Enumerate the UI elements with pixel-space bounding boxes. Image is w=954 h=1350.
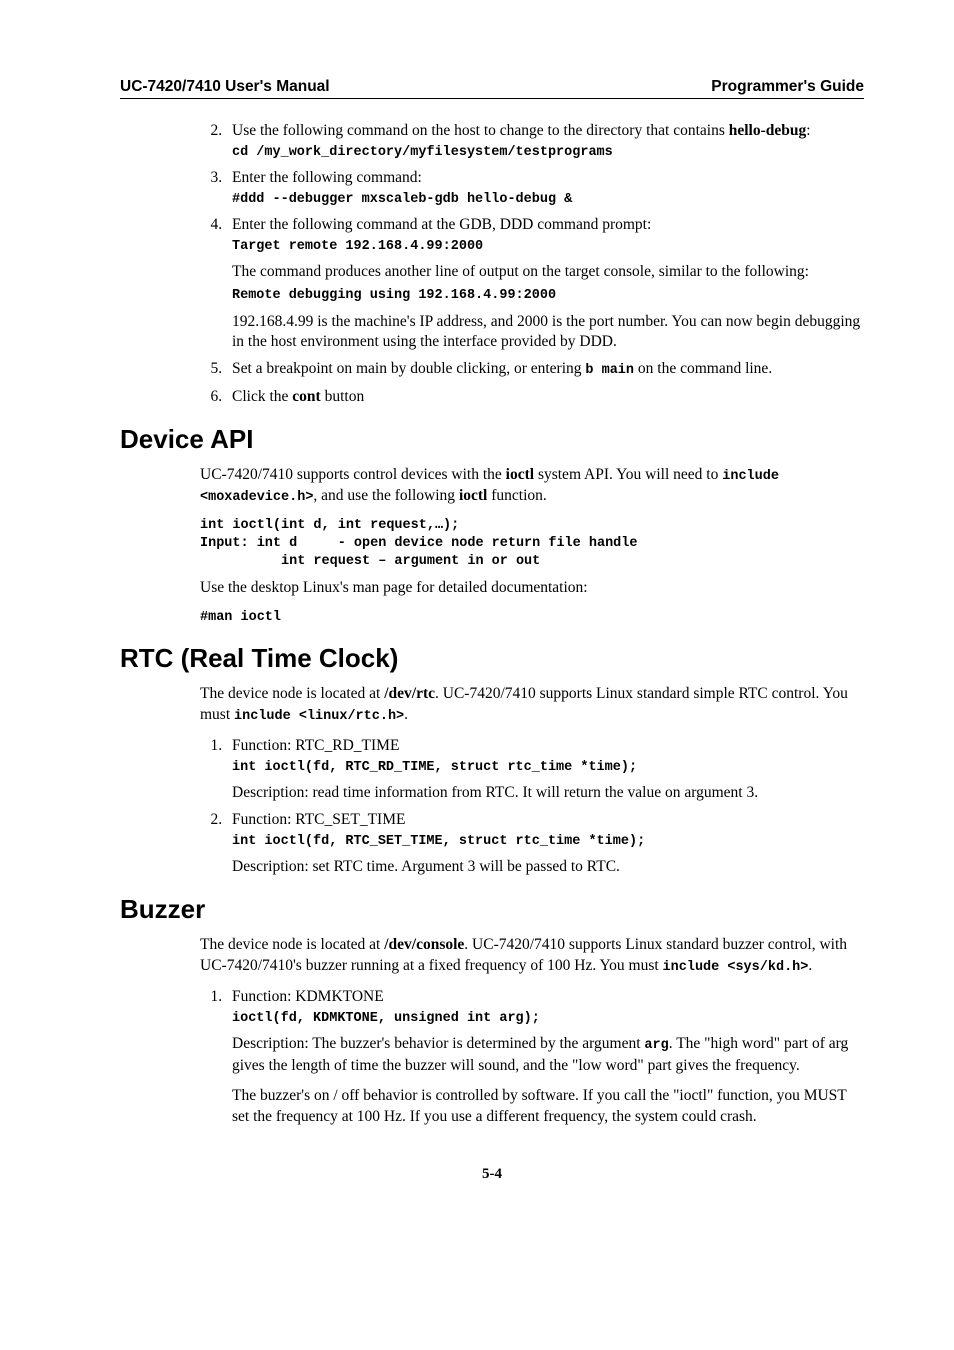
section-heading-buzzer: Buzzer: [120, 894, 864, 925]
buzzer-function-list: Function: KDMKTONE ioctl(fd, KDMKTONE, u…: [200, 987, 864, 1128]
code-block: int ioctl(int d, int request,…); Input: …: [200, 517, 864, 572]
code-line: ioctl(fd, KDMKTONE, unsigned int arg);: [232, 1010, 864, 1028]
text: system API. You will need to: [534, 466, 722, 483]
section-heading-rtc: RTC (Real Time Clock): [120, 643, 864, 674]
paragraph: Use the desktop Linux's man page for det…: [200, 578, 864, 599]
list-item: Function: RTC_RD_TIME int ioctl(fd, RTC_…: [226, 736, 864, 804]
code-line: Target remote 192.168.4.99:2000: [232, 238, 864, 256]
text: .: [808, 957, 812, 974]
text: Enter the following command at the GDB, …: [232, 216, 651, 233]
rtc-function-list: Function: RTC_RD_TIME int ioctl(fd, RTC_…: [200, 736, 864, 878]
inline-code: arg: [644, 1038, 668, 1053]
bold-term: /dev/rtc: [384, 685, 435, 702]
paragraph: The device node is located at /dev/rtc. …: [200, 684, 864, 726]
section-heading-device-api: Device API: [120, 424, 864, 455]
text: .: [404, 706, 408, 723]
text: Click the: [232, 388, 292, 405]
text: , and use the following: [313, 487, 459, 504]
header-left: UC-7420/7410 User's Manual: [120, 78, 330, 96]
code-line: #ddd --debugger mxscaleb-gdb hello-debug…: [232, 191, 864, 209]
list-item: Enter the following command at the GDB, …: [226, 215, 864, 353]
bold-term: /dev/console: [384, 936, 464, 953]
text: 192.168.4.99 is the machine's IP address…: [232, 312, 864, 354]
text: :: [806, 122, 810, 139]
header-right: Programmer's Guide: [711, 78, 864, 96]
text: Use the following command on the host to…: [232, 122, 729, 139]
code-line: cd /my_work_directory/myfilesystem/testp…: [232, 144, 864, 162]
code-line: #man ioctl: [200, 609, 864, 627]
inline-code: b main: [585, 363, 634, 378]
text: Description: set RTC time. Argument 3 wi…: [232, 857, 864, 878]
bold-term: ioctl: [506, 466, 534, 483]
bold-term: ioctl: [459, 487, 487, 504]
list-item: Function: KDMKTONE ioctl(fd, KDMKTONE, u…: [226, 987, 864, 1128]
text: The device node is located at: [200, 936, 384, 953]
code-line: Remote debugging using 192.168.4.99:2000: [232, 287, 864, 305]
bold-term: cont: [292, 388, 320, 405]
top-steps-list: Use the following command on the host to…: [200, 121, 864, 408]
code-line: int ioctl(fd, RTC_RD_TIME, struct rtc_ti…: [232, 759, 864, 777]
page-header: UC-7420/7410 User's Manual Programmer's …: [120, 78, 864, 99]
text: The command produces another line of out…: [232, 262, 864, 283]
list-item: Enter the following command: #ddd --debu…: [226, 168, 864, 209]
text: The device node is located at: [200, 685, 384, 702]
text: Enter the following command:: [232, 169, 422, 186]
text: Function: RTC_RD_TIME: [232, 737, 399, 754]
text: Set a breakpoint on main by double click…: [232, 360, 585, 377]
paragraph: Description: The buzzer's behavior is de…: [232, 1034, 864, 1076]
text: Function: RTC_SET_TIME: [232, 811, 405, 828]
list-item: Use the following command on the host to…: [226, 121, 864, 162]
inline-code: include <sys/kd.h>: [663, 960, 809, 975]
list-item: Click the cont button: [226, 387, 864, 408]
text: Description: read time information from …: [232, 783, 864, 804]
text: button: [321, 388, 365, 405]
text: UC-7420/7410 supports control devices wi…: [200, 466, 506, 483]
text: Function: KDMKTONE: [232, 988, 384, 1005]
text: on the command line.: [634, 360, 772, 377]
text: Description: The buzzer's behavior is de…: [232, 1035, 644, 1052]
bold-term: hello-debug: [729, 122, 807, 139]
text: function.: [487, 487, 546, 504]
paragraph: The device node is located at /dev/conso…: [200, 935, 864, 977]
inline-code: include <linux/rtc.h>: [234, 709, 404, 724]
list-item: Set a breakpoint on main by double click…: [226, 359, 864, 380]
paragraph: UC-7420/7410 supports control devices wi…: [200, 465, 864, 507]
list-item: Function: RTC_SET_TIME int ioctl(fd, RTC…: [226, 810, 864, 878]
page-number: 5-4: [120, 1166, 864, 1183]
code-line: int ioctl(fd, RTC_SET_TIME, struct rtc_t…: [232, 833, 864, 851]
paragraph: The buzzer's on / off behavior is contro…: [232, 1086, 864, 1128]
